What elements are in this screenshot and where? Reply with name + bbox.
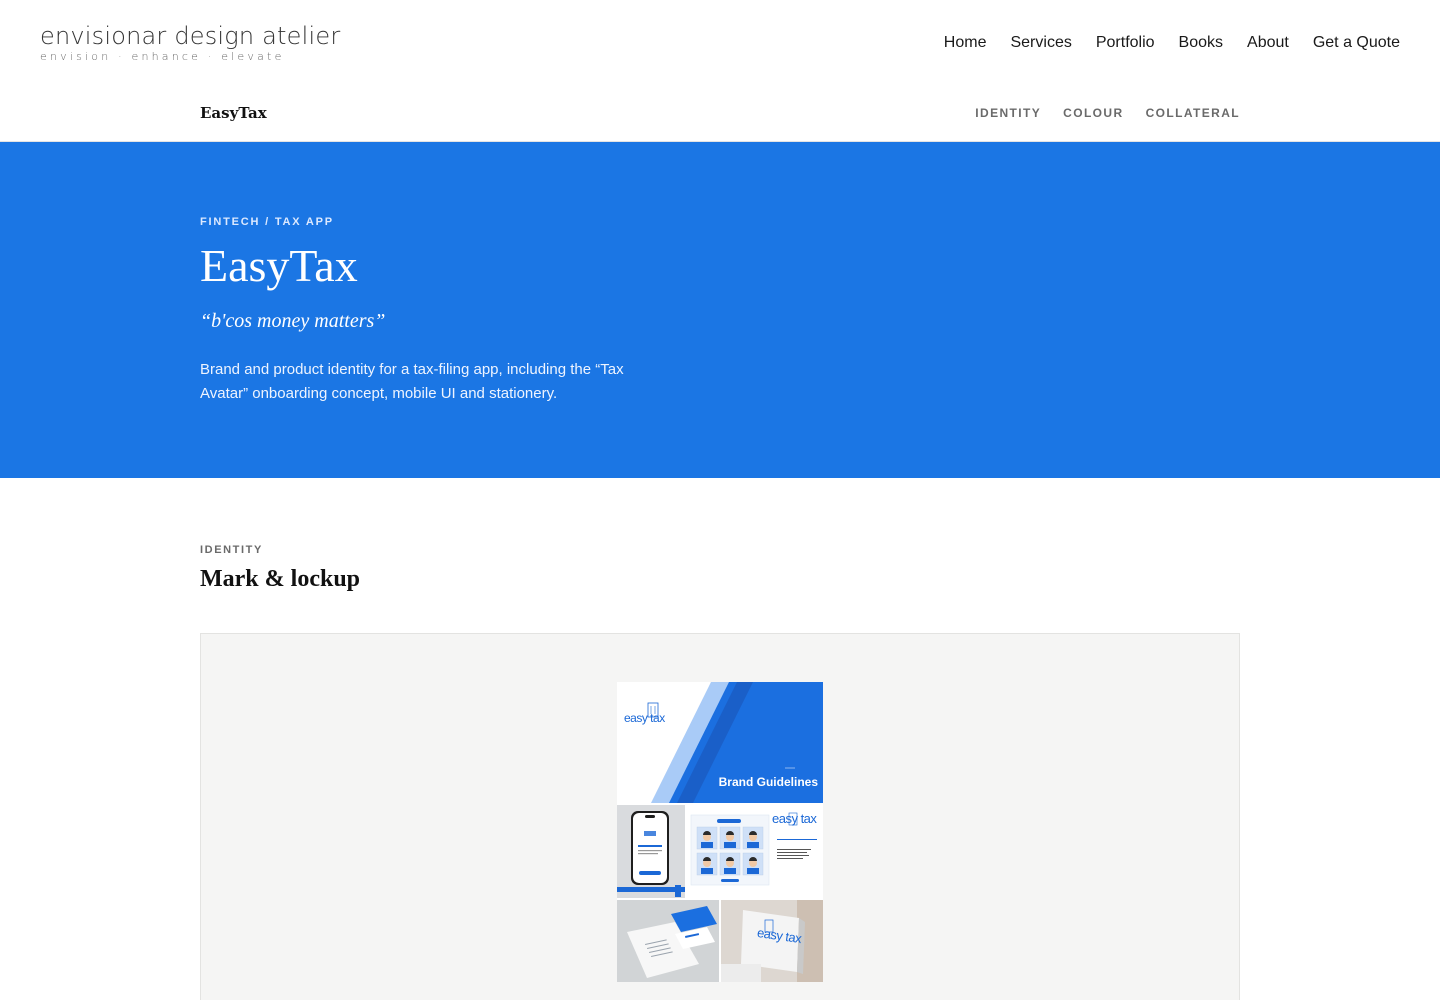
- main-nav: Home Services Portfolio Books About Get …: [944, 34, 1400, 52]
- phone-illustration: [617, 805, 685, 898]
- nav-get-a-quote[interactable]: Get a Quote: [1313, 34, 1400, 52]
- nav-services[interactable]: Services: [1010, 34, 1071, 52]
- project-subnav: EasyTax IDENTITY COLOUR COLLATERAL: [0, 88, 1440, 142]
- nav-about[interactable]: About: [1247, 34, 1289, 52]
- phone-mockup: [617, 805, 685, 898]
- hero-banner: FINTECH / TAX APP EasyTax “b'cos money m…: [0, 142, 1440, 478]
- ui-logo: easy tax: [772, 811, 817, 826]
- project-name: EasyTax: [200, 104, 267, 122]
- hero-title: EasyTax: [200, 240, 358, 291]
- site-logo[interactable]: envisionar design atelier envision · enh…: [40, 22, 340, 64]
- identity-title: Mark & lockup: [200, 566, 361, 592]
- cover-title: Brand Guidelines: [718, 775, 818, 789]
- hero-tagline: “b'cos money matters”: [200, 310, 386, 332]
- logo-wordmark: envisionar design atelier: [40, 22, 341, 50]
- stationery-mockup: [617, 900, 719, 982]
- business-cards-illustration: [617, 900, 719, 982]
- signage-mockup: easy tax: [721, 900, 823, 982]
- nav-books[interactable]: Books: [1179, 34, 1223, 52]
- subnav-identity[interactable]: IDENTITY: [975, 106, 1041, 120]
- cover-logo: easy tax: [624, 711, 665, 725]
- hero-description: Brand and product identity for a tax-fil…: [200, 361, 624, 402]
- nav-home[interactable]: Home: [944, 34, 987, 52]
- logo-tagline: envision · enhance · elevate: [40, 50, 285, 63]
- subnav-collateral[interactable]: COLLATERAL: [1146, 106, 1240, 120]
- identity-kicker: IDENTITY: [200, 544, 263, 556]
- brand-collage-image: easy tax Brand Guidelines easy tax easy …: [617, 682, 823, 982]
- site-header: envisionar design atelier envision · enh…: [0, 0, 1440, 88]
- avatar-onboarding-ui: easy tax: [687, 805, 823, 898]
- hero-category: FINTECH / TAX APP: [200, 216, 334, 228]
- section-links: IDENTITY COLOUR COLLATERAL: [975, 106, 1240, 120]
- nav-portfolio[interactable]: Portfolio: [1096, 34, 1155, 52]
- brand-guidelines-cover: easy tax Brand Guidelines: [617, 682, 823, 803]
- subnav-colour[interactable]: COLOUR: [1063, 106, 1123, 120]
